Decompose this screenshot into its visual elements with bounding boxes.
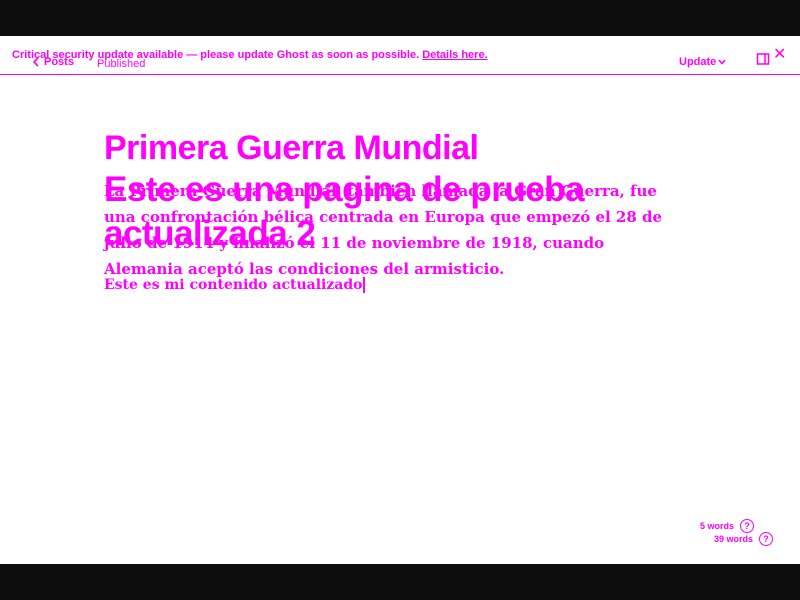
sidebar-toggle-icon[interactable] bbox=[756, 52, 770, 66]
banner-details-link[interactable]: Details here. bbox=[422, 49, 487, 61]
post-title[interactable]: Primera Guerra Mundial bbox=[104, 130, 684, 166]
update-button[interactable]: Update bbox=[679, 55, 726, 69]
editing-line[interactable]: Este es mi contenido actualizado bbox=[104, 276, 365, 294]
editing-line-text: Este es mi contenido actualizado bbox=[104, 277, 363, 293]
close-icon[interactable]: ✕ bbox=[773, 46, 786, 64]
post-status: Published bbox=[97, 58, 146, 70]
back-to-posts-link[interactable]: Posts bbox=[32, 55, 74, 69]
word-count-secondary: 39 words ? bbox=[714, 532, 774, 546]
update-label: Update bbox=[679, 56, 717, 68]
help-icon[interactable]: ? bbox=[740, 519, 755, 533]
chevron-down-icon bbox=[718, 59, 726, 65]
word-count-primary: 5 words ? bbox=[700, 519, 755, 533]
help-icon[interactable]: ? bbox=[759, 532, 774, 546]
chevron-left-icon bbox=[32, 57, 39, 67]
overlay-title: Este es una pagina de prueba actualizada… bbox=[104, 170, 585, 253]
post-editor: Primera Guerra Mundial La Primera Guerra… bbox=[104, 130, 684, 278]
breadcrumb: Posts Published bbox=[32, 55, 145, 71]
editor-header: Critical security update available — ple… bbox=[0, 36, 800, 75]
word-count-primary-text: 5 words bbox=[700, 521, 735, 531]
back-label: Posts bbox=[44, 56, 74, 68]
content-area: La Primera Guerra Mundial, también llama… bbox=[104, 170, 684, 278]
editor-window: Critical security update available — ple… bbox=[0, 36, 800, 564]
word-count-secondary-text: 39 words bbox=[714, 534, 754, 544]
text-caret bbox=[363, 277, 365, 293]
